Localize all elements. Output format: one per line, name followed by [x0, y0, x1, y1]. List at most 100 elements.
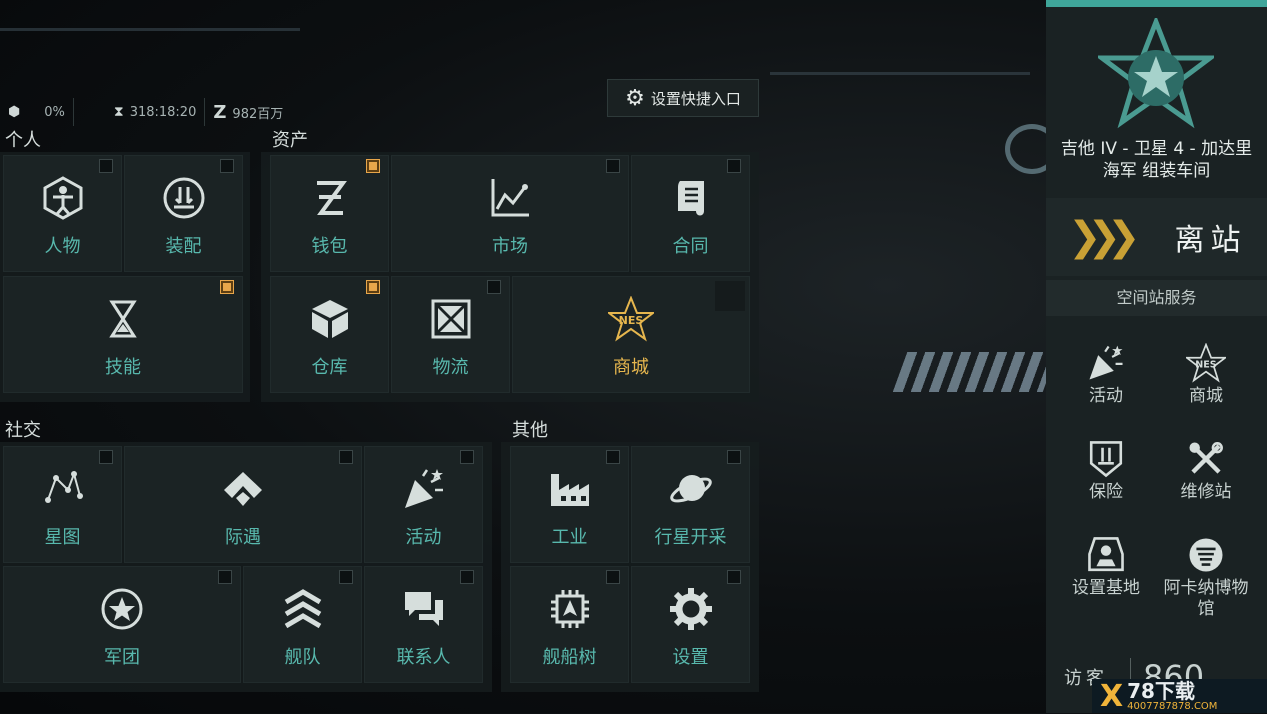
service-label: 商城 — [1189, 386, 1223, 406]
tile-label: 设置 — [672, 646, 709, 668]
service-insurance[interactable]: 保险 — [1056, 436, 1156, 503]
tile-hangar[interactable]: 仓库 — [270, 276, 389, 393]
service-label: 设置基地 — [1072, 578, 1140, 598]
service-label: 维修站 — [1180, 482, 1232, 502]
shortcut-checkbox[interactable] — [460, 450, 474, 464]
tile-store[interactable]: NES 商城 — [512, 276, 750, 393]
shortcut-checkbox[interactable] — [606, 159, 620, 173]
shortcut-checkbox[interactable] — [366, 159, 380, 173]
settings-gear-icon — [661, 581, 721, 637]
character-icon — [33, 170, 93, 226]
service-events[interactable]: 活动 — [1056, 340, 1156, 407]
svg-text:NES: NES — [619, 314, 644, 327]
tile-starmap[interactable]: 星图 — [3, 446, 122, 563]
shortcut-checkbox[interactable] — [487, 280, 501, 294]
tile-label: 钱包 — [311, 235, 348, 257]
insurance-shield-icon — [1056, 436, 1156, 482]
quick-entry-button[interactable]: ⚙ 设置快捷入口 — [607, 79, 759, 117]
tile-wallet[interactable]: 钱包 — [270, 155, 389, 272]
tile-industry[interactable]: 工业 — [510, 446, 629, 563]
tile-settings[interactable]: 设置 — [631, 566, 750, 683]
location-line1: 吉他 IV - 卫星 4 - 加达里 — [1060, 139, 1253, 159]
cargo-value: 0% — [44, 104, 65, 120]
undock-chevrons-icon: ❯❯❯ — [1068, 214, 1140, 260]
shortcut-checkbox[interactable] — [339, 450, 353, 464]
isk-balance[interactable]: Z 982百万 — [205, 98, 291, 126]
shortcut-checkbox[interactable] — [460, 570, 474, 584]
cargo-stat[interactable]: ⬢ 0% — [0, 98, 74, 126]
tile-skills[interactable]: 技能 — [3, 276, 243, 393]
shortcut-checkbox[interactable] — [727, 570, 741, 584]
section-title-assets: 资产 — [272, 130, 308, 151]
skills-icon — [93, 291, 153, 347]
service-label: 保险 — [1089, 482, 1123, 502]
station-lights — [892, 352, 1058, 392]
station-panel: 吉他 IV - 卫星 4 - 加达里 海军 组装车间 ❯❯❯ 离站 空间站服务 … — [1046, 0, 1267, 713]
tile-encounters[interactable]: 际遇 — [124, 446, 362, 563]
shortcut-checkbox[interactable] — [366, 280, 380, 294]
tile-label: 舰船树 — [542, 646, 597, 668]
service-store[interactable]: NES 商城 — [1156, 340, 1256, 407]
quick-entry-label: 设置快捷入口 — [650, 89, 741, 108]
shortcut-checkbox[interactable] — [99, 450, 113, 464]
gear-icon: ⚙ — [625, 85, 645, 111]
shortcut-checkbox[interactable] — [339, 570, 353, 584]
station-services-title: 空间站服务 — [1046, 280, 1267, 316]
shortcut-checkbox[interactable] — [727, 450, 741, 464]
panel-accent-bar — [1046, 0, 1267, 7]
contract-scroll-icon — [661, 170, 721, 226]
tile-label: 装配 — [165, 235, 202, 257]
location-line2: 海军 组装车间 — [1102, 161, 1211, 181]
tile-fitting[interactable]: 装配 — [124, 155, 243, 272]
ship-tree-icon — [540, 581, 600, 637]
service-repair[interactable]: 维修站 — [1156, 436, 1256, 503]
encounters-icon — [213, 461, 273, 517]
shortcut-checkbox[interactable] — [606, 570, 620, 584]
shortcut-checkbox[interactable] — [220, 159, 234, 173]
tile-contacts[interactable]: 联系人 — [364, 566, 483, 683]
tile-label: 舰队 — [284, 646, 321, 668]
shortcut-checkbox[interactable] — [99, 159, 113, 173]
market-chart-icon — [480, 170, 540, 226]
undock-button[interactable]: ❯❯❯ 离站 — [1046, 198, 1267, 276]
service-set-home[interactable]: 设置基地 — [1056, 532, 1156, 599]
nes-store-icon: NES — [1156, 340, 1256, 386]
watermark-name: 78下载 — [1127, 678, 1195, 703]
site-watermark: X 78下载 4007787878.COM — [1092, 678, 1267, 714]
shortcut-checkbox[interactable] — [606, 450, 620, 464]
tile-corporation[interactable]: 军团 — [3, 566, 241, 683]
tile-market[interactable]: 市场 — [391, 155, 629, 272]
shortcut-checkbox[interactable] — [220, 280, 234, 294]
tile-planetary[interactable]: 行星开采 — [631, 446, 750, 563]
tile-label: 际遇 — [225, 526, 261, 548]
skill-timer[interactable]: ⧗ 318:18:20 — [106, 98, 206, 126]
tile-label: 星图 — [44, 526, 81, 548]
museum-icon — [1156, 532, 1256, 578]
logistics-icon — [421, 291, 481, 347]
tile-character[interactable]: 人物 — [3, 155, 122, 272]
starmap-icon — [33, 461, 93, 517]
tile-label: 合同 — [672, 235, 709, 257]
tile-ship-tree[interactable]: 舰船树 — [510, 566, 629, 683]
party-popper-icon — [394, 461, 454, 517]
corporation-icon — [92, 581, 152, 637]
tile-logistics[interactable]: 物流 — [391, 276, 510, 393]
service-label: 活动 — [1089, 386, 1123, 406]
wallet-icon — [300, 170, 360, 226]
tile-events[interactable]: 活动 — [364, 446, 483, 563]
tile-label: 工业 — [551, 526, 588, 548]
tile-label: 市场 — [492, 235, 528, 257]
shortcut-checkbox[interactable] — [218, 570, 232, 584]
svg-text:NES: NES — [1195, 359, 1217, 370]
service-museum[interactable]: 阿卡纳博物馆 — [1156, 532, 1256, 620]
factory-icon — [540, 461, 600, 517]
shortcut-checkbox[interactable] — [715, 281, 745, 311]
background-streak — [0, 28, 300, 31]
isk-icon: Z — [213, 101, 227, 123]
shortcut-checkbox[interactable] — [727, 159, 741, 173]
tile-label: 联系人 — [396, 646, 451, 668]
planet-icon — [661, 461, 721, 517]
fitting-icon — [154, 170, 214, 226]
tile-contracts[interactable]: 合同 — [631, 155, 750, 272]
tile-fleet[interactable]: 舰队 — [243, 566, 362, 683]
